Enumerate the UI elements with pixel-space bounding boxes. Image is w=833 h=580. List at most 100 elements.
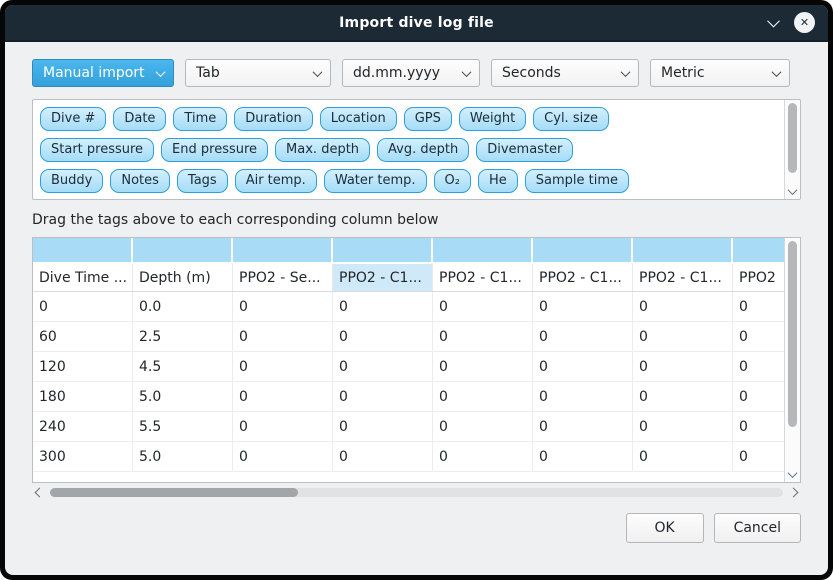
tag-pill[interactable]: Dive # <box>40 107 106 131</box>
table-cell: 0 <box>633 412 733 442</box>
tag-pill[interactable]: Divemaster <box>476 138 573 162</box>
table-cell: 0 <box>533 292 633 322</box>
table-cell: 0 <box>533 382 633 412</box>
tag-pill[interactable]: Notes <box>110 169 170 193</box>
tag-pill[interactable]: GPS <box>404 107 452 131</box>
dialog-buttons: OK Cancel <box>32 513 801 543</box>
table-cell: 0 <box>333 292 433 322</box>
tag-pill[interactable]: Water temp. <box>324 169 427 193</box>
column-header[interactable]: PPO2 <box>733 264 784 291</box>
drop-target-cell[interactable] <box>233 238 333 262</box>
column-header[interactable]: PPO2 - C1... <box>433 264 533 291</box>
table-cell: 0 <box>633 322 733 352</box>
table-cell: 0 <box>233 292 333 322</box>
tag-pill[interactable]: He <box>478 169 518 193</box>
combo-import-mode-value: Manual import <box>43 65 145 81</box>
scrollbar-thumb[interactable] <box>50 488 298 497</box>
drop-target-cell[interactable] <box>133 238 233 262</box>
scroll-left-icon[interactable] <box>35 488 45 498</box>
tag-pill[interactable]: Cyl. size <box>533 107 609 131</box>
table-cell: 0 <box>633 382 733 412</box>
scroll-down-icon[interactable] <box>788 185 798 195</box>
table-row: 1204.5000000 <box>33 352 784 382</box>
table-cell: 0 <box>533 322 633 352</box>
tag-pill[interactable]: Date <box>113 107 166 131</box>
column-header[interactable]: PPO2 - C1... <box>633 264 733 291</box>
table-header-row: Dive Time ...Depth (m)PPO2 - Se...PPO2 -… <box>33 264 784 292</box>
combo-duration-format[interactable]: Seconds <box>491 59 639 87</box>
tag-pill[interactable]: Tags <box>177 169 228 193</box>
cancel-button[interactable]: Cancel <box>714 513 801 543</box>
table-horizontal-scrollbar[interactable] <box>32 485 801 500</box>
drop-target-cell[interactable] <box>33 238 133 262</box>
tag-pill[interactable]: O₂ <box>434 169 471 193</box>
tag-row: Buddy Notes Tags Air temp. Water temp. O₂ He Sa… <box>40 169 776 193</box>
table-row: 00.0000000 <box>33 292 784 322</box>
combo-units-value: Metric <box>661 65 705 81</box>
drop-target-row <box>33 238 784 262</box>
tag-pill[interactable]: Time <box>173 107 227 131</box>
drop-target-cell[interactable] <box>433 238 533 262</box>
table-cell: 60 <box>33 322 133 352</box>
table-cell: 0 <box>333 352 433 382</box>
combo-field-separator[interactable]: Tab <box>185 59 331 87</box>
table-cell: 0 <box>733 442 784 472</box>
scrollbar-thumb[interactable] <box>788 241 797 427</box>
chevron-down-icon <box>772 67 782 77</box>
table-cell: 180 <box>33 382 133 412</box>
chevron-down-icon <box>156 67 166 77</box>
import-dialog: Import dive log file ✕ Manual import Tab… <box>5 5 828 575</box>
tag-pill[interactable]: Duration <box>234 107 312 131</box>
table-row: 602.5000000 <box>33 322 784 352</box>
column-header[interactable]: Depth (m) <box>133 264 233 291</box>
tag-pill[interactable]: End pressure <box>161 138 268 162</box>
table-cell: 0 <box>533 412 633 442</box>
column-header[interactable]: PPO2 - C1... <box>333 264 433 291</box>
tag-pill[interactable]: Max. depth <box>275 138 370 162</box>
combo-field-separator-value: Tab <box>196 65 220 81</box>
close-button[interactable]: ✕ <box>794 12 815 33</box>
scroll-down-icon[interactable] <box>788 468 798 478</box>
table-row: 3005.0000000 <box>33 442 784 472</box>
table-cell: 0 <box>733 382 784 412</box>
drop-target-cell[interactable] <box>333 238 433 262</box>
titlebar[interactable]: Import dive log file ✕ <box>5 5 828 42</box>
tag-row: Start pressure End pressure Max. depth Avg.… <box>40 138 776 162</box>
combo-import-mode[interactable]: Manual import <box>32 59 174 87</box>
tags-vertical-scrollbar[interactable] <box>784 100 800 199</box>
table-cell: 0 <box>233 352 333 382</box>
table-cell: 0 <box>333 442 433 472</box>
table-vertical-scrollbar[interactable] <box>784 238 800 482</box>
table-cell: 5.0 <box>133 382 233 412</box>
drop-target-cell[interactable] <box>733 238 784 262</box>
tag-pill[interactable]: Air temp. <box>235 169 317 193</box>
table-cell: 0 <box>433 412 533 442</box>
table-cell: 0 <box>633 442 733 472</box>
tag-pill[interactable]: Location <box>320 107 397 131</box>
table-cell: 2.5 <box>133 322 233 352</box>
chevron-down-icon <box>462 67 472 77</box>
chevron-down-icon[interactable] <box>767 15 780 28</box>
column-header[interactable]: PPO2 - Se... <box>233 264 333 291</box>
table-cell: 0 <box>333 382 433 412</box>
tag-pill[interactable]: Buddy <box>40 169 103 193</box>
scroll-right-icon[interactable] <box>789 488 799 498</box>
chevron-down-icon <box>313 67 323 77</box>
drop-target-cell[interactable] <box>633 238 733 262</box>
tag-pill[interactable]: Avg. depth <box>377 138 469 162</box>
tag-pill[interactable]: Sample time <box>525 169 629 193</box>
ok-button[interactable]: OK <box>626 513 704 543</box>
column-header[interactable]: Dive Time ... <box>33 264 133 291</box>
scrollbar-track[interactable] <box>50 488 783 497</box>
column-header[interactable]: PPO2 - C1... <box>533 264 633 291</box>
combo-units[interactable]: Metric <box>650 59 790 87</box>
tag-pill[interactable]: Weight <box>459 107 526 131</box>
scrollbar-thumb[interactable] <box>788 103 797 173</box>
drop-target-cell[interactable] <box>533 238 633 262</box>
window-title: Import dive log file <box>339 15 494 31</box>
combo-duration-format-value: Seconds <box>502 65 561 81</box>
tags-container: Dive # Date Time Duration Location GPS Weight C… <box>33 100 800 200</box>
combo-date-format[interactable]: dd.mm.yyyy <box>342 59 480 87</box>
chevron-down-icon <box>621 67 631 77</box>
tag-pill[interactable]: Start pressure <box>40 138 154 162</box>
